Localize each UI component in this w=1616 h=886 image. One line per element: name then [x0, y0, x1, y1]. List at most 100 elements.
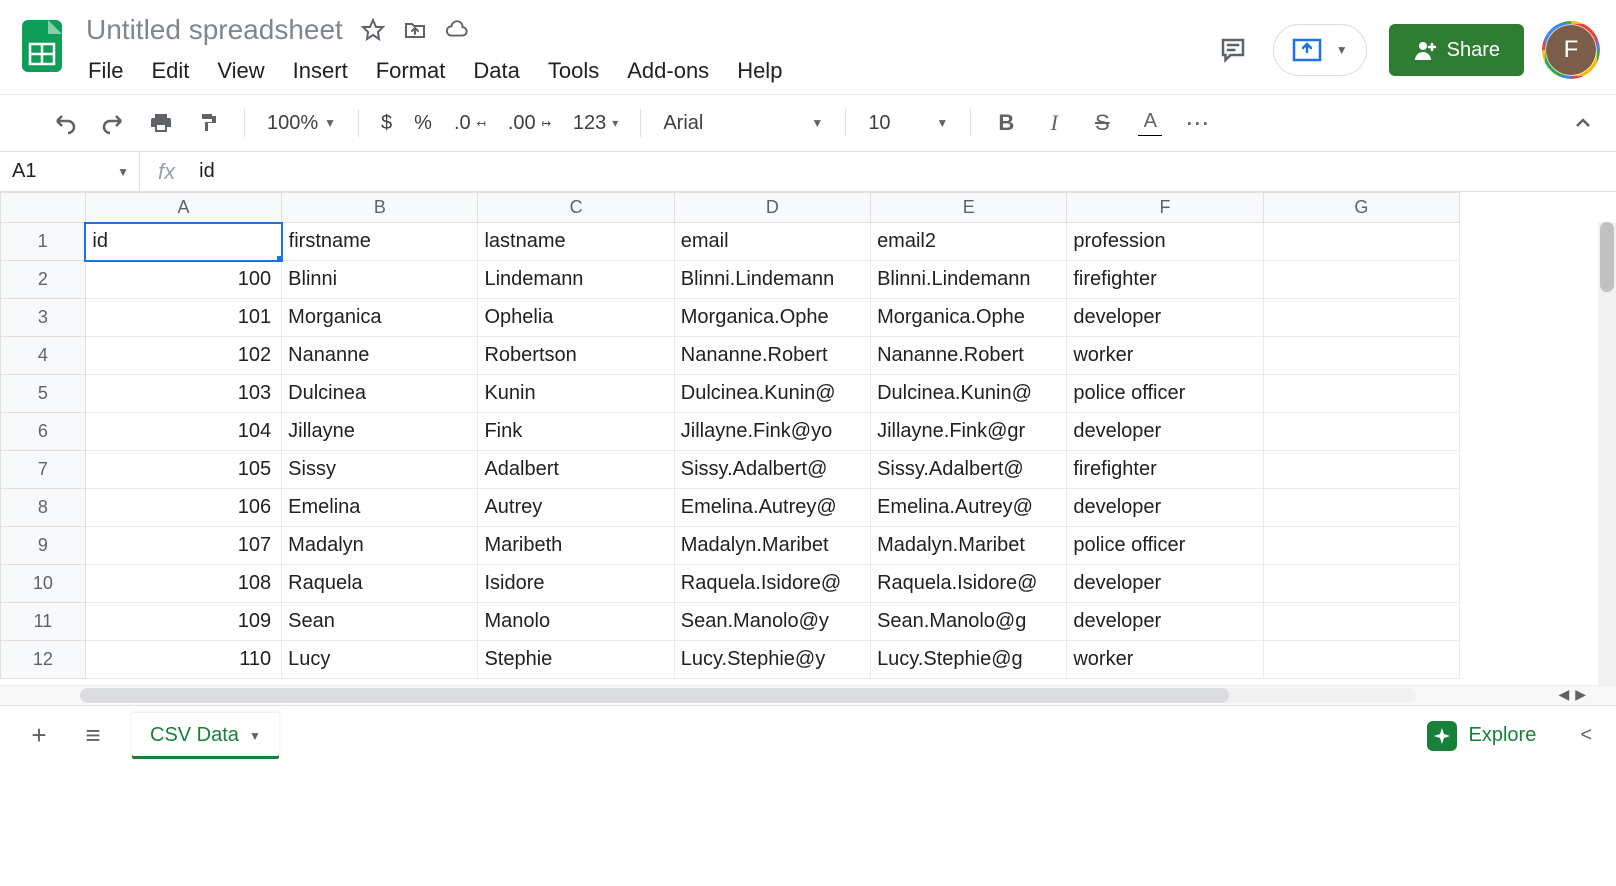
cell-B6[interactable]: Jillayne [282, 413, 478, 451]
redo-icon[interactable] [100, 110, 126, 136]
row-header-11[interactable]: 11 [1, 603, 86, 641]
cell-D11[interactable]: Sean.Manolo@y [674, 603, 870, 641]
cell-C5[interactable]: Kunin [478, 375, 674, 413]
cell-C3[interactable]: Ophelia [478, 299, 674, 337]
vertical-scrollbar[interactable] [1598, 222, 1616, 685]
cell-E8[interactable]: Emelina.Autrey@ [871, 489, 1067, 527]
cell-D1[interactable]: email [674, 223, 870, 261]
cell-B9[interactable]: Madalyn [282, 527, 478, 565]
column-header-A[interactable]: A [85, 193, 281, 223]
cell-F6[interactable]: developer [1067, 413, 1263, 451]
row-header-9[interactable]: 9 [1, 527, 86, 565]
print-icon[interactable] [148, 110, 174, 136]
doc-title[interactable]: Untitled spreadsheet [86, 14, 343, 46]
menu-tools[interactable]: Tools [548, 58, 599, 84]
cell-A6[interactable]: 104 [85, 413, 281, 451]
menu-insert[interactable]: Insert [293, 58, 348, 84]
column-header-F[interactable]: F [1067, 193, 1263, 223]
column-header-D[interactable]: D [674, 193, 870, 223]
cell-C12[interactable]: Stephie [478, 641, 674, 679]
cell-A12[interactable]: 110 [85, 641, 281, 679]
cell-G12[interactable] [1263, 641, 1459, 679]
menu-help[interactable]: Help [737, 58, 782, 84]
menu-data[interactable]: Data [473, 58, 519, 84]
cell-F3[interactable]: developer [1067, 299, 1263, 337]
format-currency[interactable]: $ [381, 112, 392, 135]
cell-A7[interactable]: 105 [85, 451, 281, 489]
cell-F7[interactable]: firefighter [1067, 451, 1263, 489]
font-size-select[interactable]: 10▼ [868, 112, 948, 135]
cell-B10[interactable]: Raquela [282, 565, 478, 603]
cell-A1[interactable]: id [85, 223, 281, 261]
column-header-B[interactable]: B [282, 193, 478, 223]
cell-G6[interactable] [1263, 413, 1459, 451]
cell-B4[interactable]: Nananne [282, 337, 478, 375]
cell-C1[interactable]: lastname [478, 223, 674, 261]
row-header-2[interactable]: 2 [1, 261, 86, 299]
comment-history-icon[interactable] [1215, 32, 1251, 68]
cell-F5[interactable]: police officer [1067, 375, 1263, 413]
cell-F8[interactable]: developer [1067, 489, 1263, 527]
increase-decimal[interactable]: .00↦ [508, 112, 551, 135]
present-button[interactable]: ▼ [1273, 24, 1367, 76]
cell-E10[interactable]: Raquela.Isidore@ [871, 565, 1067, 603]
menu-format[interactable]: Format [376, 58, 446, 84]
cell-C11[interactable]: Manolo [478, 603, 674, 641]
cell-E7[interactable]: Sissy.Adalbert@ [871, 451, 1067, 489]
cell-B12[interactable]: Lucy [282, 641, 478, 679]
column-header-E[interactable]: E [871, 193, 1067, 223]
collapse-toolbar-icon[interactable] [1570, 110, 1596, 136]
menu-edit[interactable]: Edit [151, 58, 189, 84]
cell-E6[interactable]: Jillayne.Fink@gr [871, 413, 1067, 451]
share-button[interactable]: Share [1389, 24, 1524, 76]
cell-G9[interactable] [1263, 527, 1459, 565]
italic-button[interactable]: I [1041, 110, 1067, 136]
number-format[interactable]: 123▾ [573, 112, 618, 135]
cell-F2[interactable]: firefighter [1067, 261, 1263, 299]
add-sheet-button[interactable]: + [24, 720, 54, 751]
cell-F10[interactable]: developer [1067, 565, 1263, 603]
bold-button[interactable]: B [993, 110, 1019, 136]
cell-A2[interactable]: 100 [85, 261, 281, 299]
cell-F12[interactable]: worker [1067, 641, 1263, 679]
star-icon[interactable] [361, 18, 385, 42]
menu-view[interactable]: View [217, 58, 264, 84]
font-select[interactable]: Arial▼ [663, 112, 823, 135]
row-header-7[interactable]: 7 [1, 451, 86, 489]
cell-B7[interactable]: Sissy [282, 451, 478, 489]
all-sheets-button[interactable]: ≡ [78, 720, 108, 751]
row-header-1[interactable]: 1 [1, 223, 86, 261]
cell-E9[interactable]: Madalyn.Maribet [871, 527, 1067, 565]
cell-F1[interactable]: profession [1067, 223, 1263, 261]
horizontal-scrollbar[interactable]: ◀▶ [0, 685, 1616, 705]
row-header-4[interactable]: 4 [1, 337, 86, 375]
zoom-select[interactable]: 100% ▼ [267, 112, 336, 135]
move-icon[interactable] [403, 18, 427, 42]
spreadsheet-grid[interactable]: ABCDEFG1idfirstnamelastnameemailemail2pr… [0, 192, 1616, 685]
cell-A9[interactable]: 107 [85, 527, 281, 565]
decrease-decimal[interactable]: .0↤ [454, 112, 486, 135]
formula-input[interactable]: id [193, 160, 215, 183]
column-header-C[interactable]: C [478, 193, 674, 223]
cloud-status-icon[interactable] [445, 18, 469, 42]
text-color-button[interactable]: A [1137, 110, 1163, 136]
cell-C6[interactable]: Fink [478, 413, 674, 451]
cell-D5[interactable]: Dulcinea.Kunin@ [674, 375, 870, 413]
cell-G4[interactable] [1263, 337, 1459, 375]
cell-G2[interactable] [1263, 261, 1459, 299]
cell-G7[interactable] [1263, 451, 1459, 489]
cell-D10[interactable]: Raquela.Isidore@ [674, 565, 870, 603]
explore-button[interactable]: Explore [1427, 721, 1537, 751]
cell-D6[interactable]: Jillayne.Fink@yo [674, 413, 870, 451]
cell-E5[interactable]: Dulcinea.Kunin@ [871, 375, 1067, 413]
cell-A3[interactable]: 101 [85, 299, 281, 337]
cell-G5[interactable] [1263, 375, 1459, 413]
cell-D8[interactable]: Emelina.Autrey@ [674, 489, 870, 527]
sheet-tab-active[interactable]: CSV Data▼ [132, 713, 279, 759]
cell-A4[interactable]: 102 [85, 337, 281, 375]
account-avatar[interactable]: F [1546, 25, 1596, 75]
cell-D12[interactable]: Lucy.Stephie@y [674, 641, 870, 679]
cell-D7[interactable]: Sissy.Adalbert@ [674, 451, 870, 489]
cell-D2[interactable]: Blinni.Lindemann [674, 261, 870, 299]
row-header-12[interactable]: 12 [1, 641, 86, 679]
